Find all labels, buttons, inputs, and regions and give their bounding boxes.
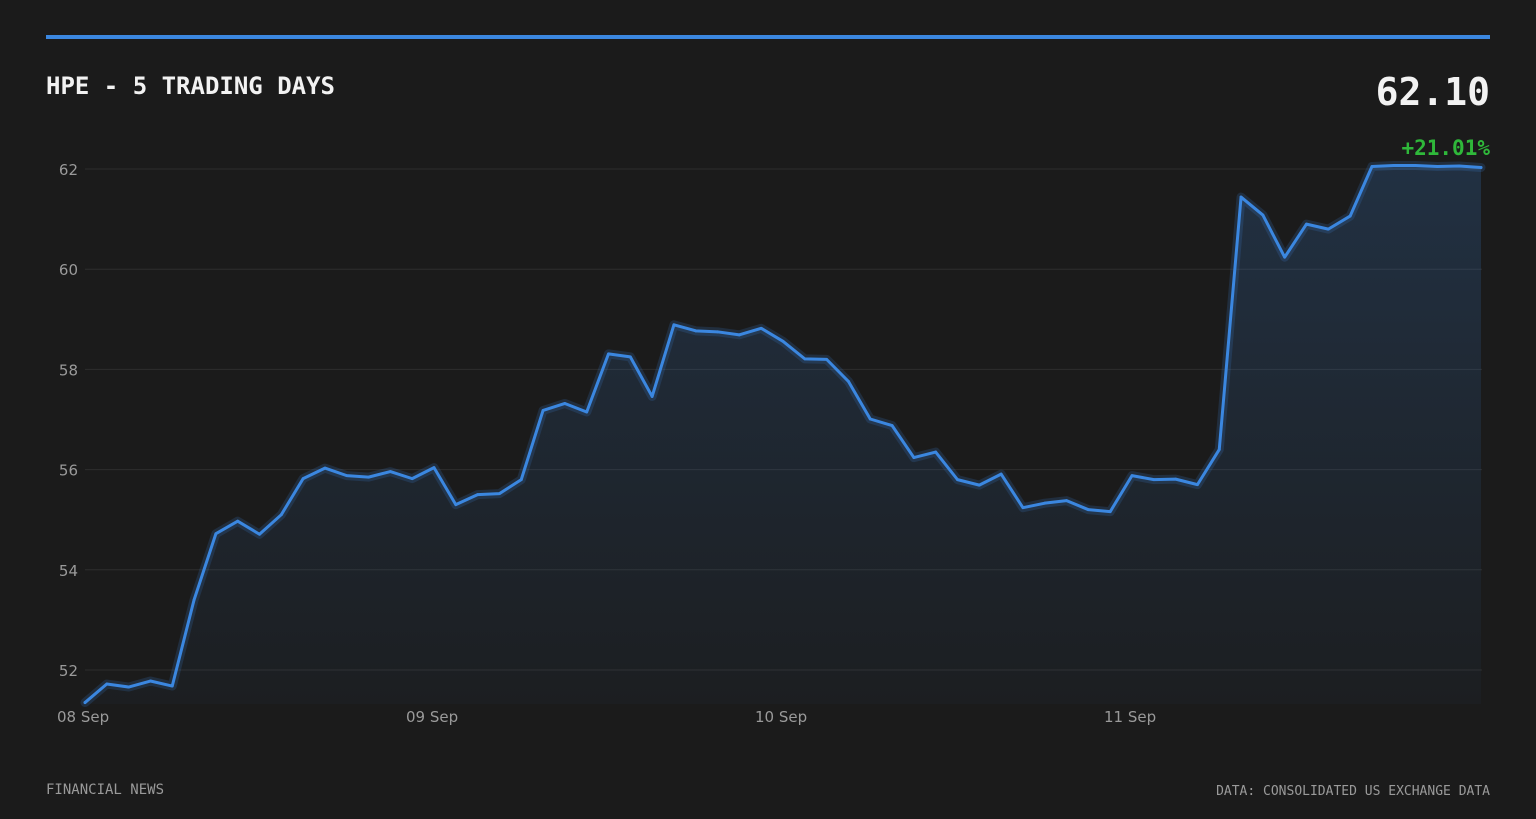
data-point-40 — [956, 478, 959, 482]
data-point-56 — [1305, 222, 1308, 226]
data-point-14 — [388, 470, 392, 474]
y-tick-label-54: 54 — [59, 562, 78, 580]
data-point-6 — [214, 532, 218, 536]
area-fill — [85, 165, 1481, 705]
data-point-32 — [781, 339, 785, 343]
data-point-35 — [847, 380, 850, 383]
data-point-58 — [1348, 214, 1352, 218]
data-point-37 — [890, 424, 894, 427]
data-point-61 — [1414, 164, 1417, 167]
data-point-60 — [1392, 164, 1396, 167]
data-point-5 — [192, 598, 196, 602]
data-point-10 — [301, 477, 305, 481]
data-point-27 — [672, 323, 676, 327]
data-point-20 — [519, 478, 523, 482]
data-point-34 — [825, 357, 829, 361]
data-point-52 — [1217, 448, 1221, 451]
data-point-25 — [628, 355, 632, 359]
data-point-15 — [410, 477, 414, 481]
y-tick-label-58: 58 — [59, 361, 78, 379]
data-point-11 — [323, 466, 327, 470]
data-point-30 — [737, 333, 741, 337]
data-point-16 — [432, 466, 436, 469]
data-point-54 — [1261, 213, 1265, 217]
data-point-4 — [170, 684, 174, 688]
data-point-47 — [1108, 510, 1112, 514]
data-point-46 — [1086, 508, 1090, 512]
data-point-7 — [236, 519, 240, 523]
data-point-0 — [83, 701, 87, 704]
data-point-13 — [367, 475, 370, 479]
data-point-1 — [105, 682, 109, 686]
y-tick-label-56: 56 — [59, 462, 78, 480]
x-axis-ticks: 08 Sep 09 Sep 10 Sep 11 Sep — [57, 708, 1156, 726]
data-point-31 — [759, 326, 763, 330]
data-point-53 — [1239, 195, 1243, 199]
y-tick-label-52: 52 — [59, 662, 78, 680]
data-source-label: DATA: CONSOLIDATED US EXCHANGE DATA — [1216, 784, 1490, 799]
y-tick-label-60: 60 — [59, 261, 78, 279]
area-fill-group — [85, 165, 1481, 705]
data-point-49 — [1152, 478, 1156, 482]
data-point-36 — [868, 417, 872, 421]
data-point-33 — [803, 357, 807, 361]
data-point-42 — [999, 472, 1003, 476]
data-point-44 — [1043, 501, 1047, 505]
data-point-41 — [977, 483, 981, 487]
data-point-22 — [563, 402, 567, 405]
data-point-48 — [1130, 474, 1134, 478]
data-point-63 — [1457, 164, 1461, 168]
data-point-18 — [476, 493, 480, 497]
data-point-57 — [1326, 227, 1330, 231]
y-tick-label-62: 62 — [59, 161, 78, 179]
data-point-55 — [1283, 255, 1287, 259]
data-point-3 — [149, 679, 152, 683]
x-tick-label-3: 11 Sep — [1104, 708, 1156, 726]
data-point-51 — [1196, 483, 1199, 487]
price-chart: 52 54 56 58 60 62 08 Sep 09 Sep 10 Sep 11 Sep — [57, 160, 1486, 726]
x-tick-label-1: 09 Sep — [406, 708, 458, 726]
publisher-label: FINANCIAL NEWS — [46, 782, 165, 798]
data-point-8 — [258, 532, 261, 536]
data-point-9 — [279, 513, 283, 517]
data-point-17 — [454, 503, 458, 507]
data-point-43 — [1021, 506, 1025, 510]
data-point-39 — [934, 450, 938, 454]
data-point-45 — [1065, 499, 1068, 503]
data-point-12 — [345, 474, 349, 478]
data-point-23 — [585, 410, 589, 414]
data-point-24 — [607, 352, 610, 356]
data-point-2 — [127, 685, 131, 689]
chart-card: HPE - 5 TRADING DAYS 62.10 +21.01% 52 54 5… — [0, 0, 1536, 819]
data-point-50 — [1174, 477, 1178, 481]
data-point-19 — [498, 492, 501, 496]
x-tick-label-2: 10 Sep — [755, 708, 807, 726]
data-point-26 — [650, 395, 654, 398]
x-tick-label-0: 08 Sep — [57, 708, 109, 726]
data-point-38 — [912, 456, 916, 459]
data-point-62 — [1435, 165, 1439, 168]
data-point-64 — [1479, 166, 1483, 169]
y-axis-ticks: 52 54 56 58 60 62 — [59, 161, 78, 680]
data-point-29 — [716, 330, 719, 334]
data-point-28 — [694, 329, 698, 333]
data-point-59 — [1370, 165, 1374, 168]
data-point-21 — [541, 409, 545, 412]
